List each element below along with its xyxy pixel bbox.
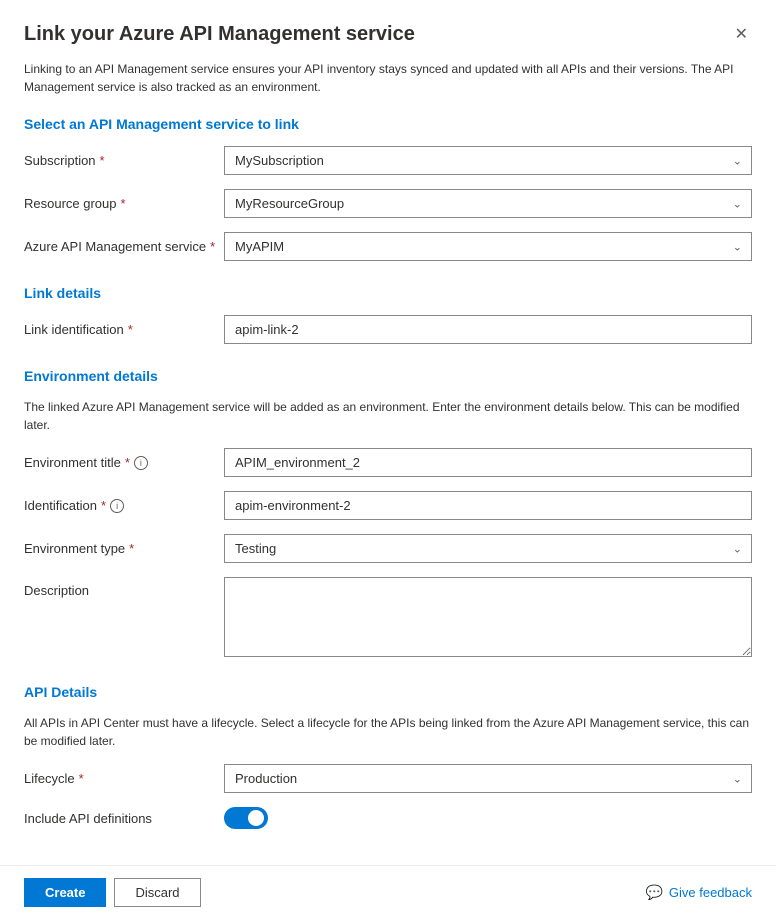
identification-required: * — [101, 498, 106, 513]
identification-info-icon: i — [110, 499, 124, 513]
resource-group-label: Resource group * — [24, 196, 224, 211]
section-environment-title: Environment details — [24, 368, 752, 384]
subscription-control: MySubscription ⌄ — [224, 146, 752, 175]
lifecycle-select-wrapper: Production Design Development Testing Pr… — [224, 764, 752, 793]
description-label: Description — [24, 577, 224, 598]
include-definitions-toggle-wrapper — [224, 807, 752, 829]
feedback-link[interactable]: 💬 Give feedback — [645, 884, 752, 901]
subscription-select[interactable]: MySubscription — [224, 146, 752, 175]
section-select-service-title: Select an API Management service to link — [24, 116, 752, 132]
resource-group-row: Resource group * MyResourceGroup ⌄ — [24, 189, 752, 218]
link-identification-control — [224, 315, 752, 344]
link-identification-row: Link identification * — [24, 315, 752, 344]
environment-title-input[interactable] — [224, 448, 752, 477]
resource-group-select-wrapper: MyResourceGroup ⌄ — [224, 189, 752, 218]
environment-title-row: Environment title * i — [24, 448, 752, 477]
footer-actions: Create Discard — [24, 878, 201, 907]
dialog-header: Link your Azure API Management service ✕ — [0, 0, 776, 60]
description-textarea[interactable] — [224, 577, 752, 657]
resource-group-select[interactable]: MyResourceGroup — [224, 189, 752, 218]
link-identification-required: * — [128, 322, 133, 337]
section-api-details-title: API Details — [24, 684, 752, 700]
section-link-details-title: Link details — [24, 285, 752, 301]
apim-service-label: Azure API Management service * — [24, 239, 224, 254]
environment-title-control — [224, 448, 752, 477]
create-button[interactable]: Create — [24, 878, 106, 907]
environment-type-required: * — [129, 541, 134, 556]
apim-service-select-wrapper: MyAPIM ⌄ — [224, 232, 752, 261]
lifecycle-select[interactable]: Production Design Development Testing Pr… — [224, 764, 752, 793]
include-definitions-label: Include API definitions — [24, 811, 224, 826]
close-button[interactable]: ✕ — [731, 20, 752, 48]
resource-group-required: * — [121, 196, 126, 211]
environment-info-text: The linked Azure API Management service … — [24, 398, 752, 434]
environment-type-select[interactable]: Testing Production Staging Development — [224, 534, 752, 563]
feedback-label: Give feedback — [669, 885, 752, 900]
description-control — [224, 577, 752, 660]
apim-service-select[interactable]: MyAPIM — [224, 232, 752, 261]
api-details-info-text: All APIs in API Center must have a lifec… — [24, 714, 752, 750]
apim-service-required: * — [210, 239, 215, 254]
section-link-details: Link details Link identification * — [24, 285, 752, 344]
include-definitions-control — [224, 807, 752, 829]
subscription-select-wrapper: MySubscription ⌄ — [224, 146, 752, 175]
lifecycle-label: Lifecycle * — [24, 771, 224, 786]
apim-service-row: Azure API Management service * MyAPIM ⌄ — [24, 232, 752, 261]
close-icon: ✕ — [735, 24, 748, 44]
environment-type-control: Testing Production Staging Development ⌄ — [224, 534, 752, 563]
link-identification-label: Link identification * — [24, 322, 224, 337]
subscription-required: * — [100, 153, 105, 168]
lifecycle-row: Lifecycle * Production Design Developmen… — [24, 764, 752, 793]
dialog-body: Linking to an API Management service ens… — [0, 60, 776, 865]
dialog-footer: Create Discard 💬 Give feedback — [0, 865, 776, 919]
environment-title-info-icon: i — [134, 456, 148, 470]
include-definitions-row: Include API definitions — [24, 807, 752, 829]
identification-control — [224, 491, 752, 520]
identification-row: Identification * i — [24, 491, 752, 520]
identification-input[interactable] — [224, 491, 752, 520]
environment-title-required: * — [125, 455, 130, 470]
resource-group-control: MyResourceGroup ⌄ — [224, 189, 752, 218]
feedback-icon: 💬 — [645, 884, 662, 901]
dialog: Link your Azure API Management service ✕… — [0, 0, 776, 919]
description-row: Description — [24, 577, 752, 660]
apim-service-control: MyAPIM ⌄ — [224, 232, 752, 261]
section-select-service: Select an API Management service to link… — [24, 116, 752, 261]
dialog-title: Link your Azure API Management service — [24, 23, 415, 46]
section-api-details: API Details All APIs in API Center must … — [24, 684, 752, 829]
environment-title-label: Environment title * i — [24, 455, 224, 470]
lifecycle-control: Production Design Development Testing Pr… — [224, 764, 752, 793]
toggle-track — [224, 807, 268, 829]
link-identification-input[interactable] — [224, 315, 752, 344]
discard-button[interactable]: Discard — [114, 878, 200, 907]
toggle-thumb — [248, 810, 264, 826]
section-environment-details: Environment details The linked Azure API… — [24, 368, 752, 660]
intro-text: Linking to an API Management service ens… — [24, 60, 752, 96]
include-definitions-toggle[interactable] — [224, 807, 268, 829]
subscription-row: Subscription * MySubscription ⌄ — [24, 146, 752, 175]
environment-type-row: Environment type * Testing Production St… — [24, 534, 752, 563]
subscription-label: Subscription * — [24, 153, 224, 168]
identification-label: Identification * i — [24, 498, 224, 513]
environment-type-label: Environment type * — [24, 541, 224, 556]
environment-type-select-wrapper: Testing Production Staging Development ⌄ — [224, 534, 752, 563]
lifecycle-required: * — [79, 771, 84, 786]
